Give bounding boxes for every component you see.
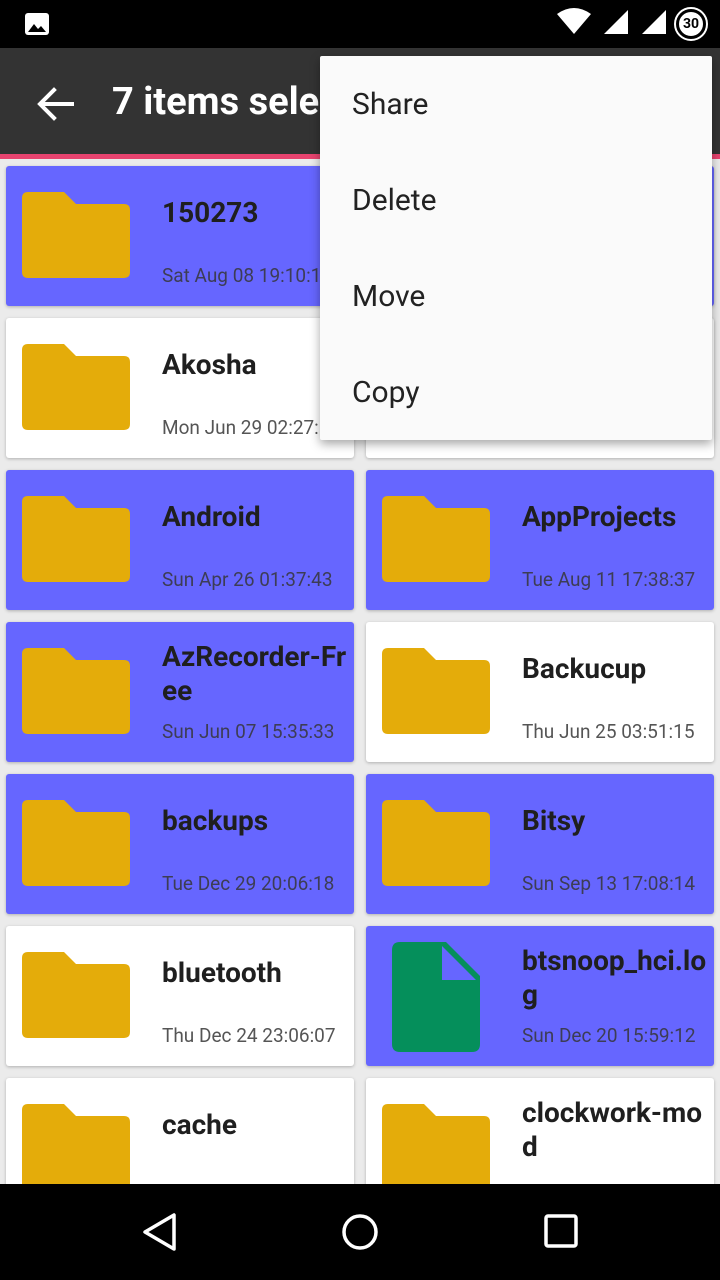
folder-icon (380, 798, 492, 892)
file-name: bluetooth (162, 956, 282, 989)
file-card[interactable]: backups Tue Dec 29 20:06:18 (6, 774, 354, 914)
file-date: Sun Sep 13 17:08:14 (522, 872, 696, 895)
navigation-bar (0, 1184, 720, 1280)
file-card[interactable]: Bitsy Sun Sep 13 17:08:14 (366, 774, 714, 914)
menu-item-share[interactable]: Share (320, 56, 712, 152)
file-name: btsnoop_hci.log (522, 944, 707, 1011)
folder-icon (380, 1102, 492, 1184)
file-name: AzRecorder-Free (162, 640, 347, 707)
folder-icon (20, 494, 132, 588)
folder-icon (20, 190, 132, 284)
file-date: Sun Dec 20 15:59:12 (522, 1024, 696, 1047)
file-name: clockwork-mod (522, 1096, 703, 1163)
file-card[interactable]: clockwork-mod (366, 1078, 714, 1184)
file-card[interactable]: Android Sun Apr 26 01:37:43 (6, 470, 354, 610)
file-date: Thu Dec 24 23:06:07 (162, 1024, 336, 1047)
file-date: Sun Apr 26 01:37:43 (162, 568, 333, 591)
file-card[interactable]: Backucup Thu Jun 25 03:51:15 (366, 622, 714, 762)
file-date: Sun Jun 07 15:35:33 (162, 720, 335, 743)
nav-home-icon[interactable] (340, 1212, 380, 1256)
file-card[interactable]: Akosha Mon Jun 29 02:27:18 (6, 318, 354, 458)
battery-icon: 30 (674, 7, 708, 41)
file-name: Android (162, 500, 261, 533)
folder-icon (380, 494, 492, 588)
folder-icon (20, 798, 132, 892)
signal-2-icon (638, 8, 668, 40)
file-card[interactable]: bluetooth Thu Dec 24 23:06:07 (6, 926, 354, 1066)
folder-icon (20, 646, 132, 740)
nav-recents-icon[interactable] (542, 1212, 582, 1256)
folder-icon (20, 1102, 132, 1184)
file-name: AppProjects (522, 500, 677, 533)
signal-icon (600, 8, 630, 40)
file-card[interactable]: cache (6, 1078, 354, 1184)
folder-icon (20, 950, 132, 1044)
overflow-menu: Share Delete Move Copy (320, 56, 712, 440)
file-date: Sat Aug 08 19:10:12 (162, 264, 333, 287)
file-card[interactable]: btsnoop_hci.log Sun Dec 20 15:59:12 (366, 926, 714, 1066)
folder-icon (20, 342, 132, 436)
file-name: Bitsy (522, 804, 586, 837)
file-date: Mon Jun 29 02:27:18 (162, 416, 341, 439)
menu-item-move[interactable]: Move (320, 248, 712, 344)
menu-item-copy[interactable]: Copy (320, 344, 712, 440)
file-card[interactable]: AppProjects Tue Aug 11 17:38:37 (366, 470, 714, 610)
file-date: Tue Dec 29 20:06:18 (162, 872, 335, 895)
file-card[interactable]: 150273 Sat Aug 08 19:10:12 (6, 166, 354, 306)
nav-back-icon[interactable] (140, 1212, 180, 1256)
arrow-back-icon[interactable] (36, 86, 76, 126)
file-date: Tue Aug 11 17:38:37 (522, 568, 696, 591)
file-date: Thu Jun 25 03:51:15 (522, 720, 695, 743)
file-name: Backucup (522, 652, 647, 685)
file-name: cache (162, 1108, 237, 1141)
status-bar: 30 (0, 0, 720, 48)
image-notification-icon (24, 12, 50, 40)
file-card[interactable]: AzRecorder-Free Sun Jun 07 15:35:33 (6, 622, 354, 762)
file-icon (392, 942, 480, 1056)
file-name: backups (162, 804, 269, 837)
wifi-icon (556, 8, 592, 40)
menu-item-delete[interactable]: Delete (320, 152, 712, 248)
folder-icon (380, 646, 492, 740)
